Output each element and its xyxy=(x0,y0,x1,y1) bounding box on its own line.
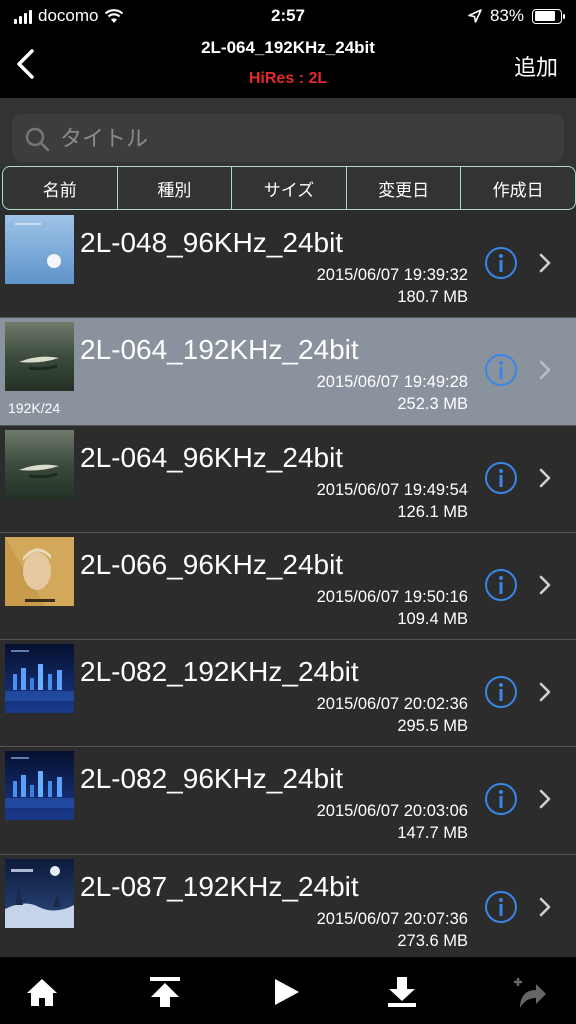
battery-level xyxy=(534,11,556,21)
battery-icon xyxy=(532,8,565,24)
sort-by-size[interactable]: サイズ xyxy=(232,167,347,209)
chevron-right-icon[interactable] xyxy=(538,574,552,596)
sort-segmented-control: 名前 種別 サイズ 変更日 作成日 xyxy=(2,166,576,210)
file-date: 2015/06/07 19:50:16 xyxy=(316,587,468,606)
share-add-icon[interactable] xyxy=(512,974,548,1010)
page-title: 2L-064_192KHz_24bit xyxy=(201,38,375,57)
file-title: 2L-048_96KHz_24bit xyxy=(80,227,344,258)
battery-percent: 83% xyxy=(489,6,524,25)
file-date: 2015/06/07 19:49:54 xyxy=(316,480,468,499)
file-date: 2015/06/07 20:03:06 xyxy=(316,802,468,821)
location-arrow-icon xyxy=(468,9,482,23)
info-icon[interactable] xyxy=(484,461,518,495)
file-row[interactable]: 2L-082_192KHz_24bit 2015/06/07 20:02:36 29… xyxy=(0,640,576,748)
file-size: 180.7 MB xyxy=(397,288,468,306)
navigation-bar: 2L-064_192KHz_24bit HiRes : 2L 追加 xyxy=(0,32,576,98)
sort-by-name[interactable]: 名前 xyxy=(3,167,118,209)
file-title: 2L-087_192KHz_24bit xyxy=(80,870,359,902)
album-thumbnail xyxy=(5,322,74,392)
album-thumbnail xyxy=(5,536,74,606)
file-row[interactable]: 192K/24 2L-064_192KHz_24bit 2015/06/07 19:… xyxy=(0,318,576,426)
file-date: 2015/06/07 19:39:32 xyxy=(316,266,468,284)
album-thumbnail xyxy=(5,858,74,928)
file-row[interactable]: 2L-082_96KHz_24bit 2015/06/07 20:03:06 147… xyxy=(0,747,576,855)
info-icon[interactable] xyxy=(484,246,518,280)
info-icon[interactable] xyxy=(484,568,518,602)
search-area xyxy=(0,98,576,168)
file-date: 2015/06/07 20:07:36 xyxy=(316,909,468,928)
chevron-right-icon[interactable] xyxy=(538,681,552,703)
file-date: 2015/06/07 19:49:28 xyxy=(316,373,468,392)
play-icon[interactable] xyxy=(268,974,304,1010)
status-right: 83% xyxy=(468,6,565,26)
search-field[interactable] xyxy=(12,114,564,162)
sort-by-modified[interactable]: 変更日 xyxy=(347,167,462,209)
info-icon[interactable] xyxy=(484,353,518,387)
chevron-right-icon[interactable] xyxy=(538,788,552,810)
info-icon[interactable] xyxy=(484,890,518,924)
add-button[interactable]: 追加 xyxy=(514,50,558,82)
file-size: 109.4 MB xyxy=(397,609,468,628)
info-icon[interactable] xyxy=(484,782,518,816)
page-subtitle: HiRes : 2L xyxy=(248,70,328,87)
file-title: 2L-066_96KHz_24bit xyxy=(80,548,344,580)
file-row[interactable]: 2L-048_96KHz_24bit 2015/06/07 19:39:32 180… xyxy=(0,211,576,319)
album-thumbnail xyxy=(5,215,74,284)
chevron-right-icon[interactable] xyxy=(538,359,552,381)
search-icon xyxy=(25,127,50,152)
file-title: 2L-064_96KHz_24bit xyxy=(80,441,344,473)
file-row[interactable]: 2L-066_96KHz_24bit 2015/06/07 19:50:16 109… xyxy=(0,532,576,641)
file-row[interactable]: 2L-087_192KHz_24bit 2015/06/07 20:07:36 27… xyxy=(0,854,576,957)
file-size: 147.7 MB xyxy=(397,824,468,843)
status-bar: docomo 2:57 83% xyxy=(0,0,576,32)
search-input[interactable] xyxy=(60,124,540,154)
sort-by-created[interactable]: 作成日 xyxy=(461,167,575,209)
file-size: 295.5 MB xyxy=(397,717,468,736)
file-list: 2L-048_96KHz_24bit 2015/06/07 19:39:32 180… xyxy=(0,211,576,957)
file-size: 273.6 MB xyxy=(397,931,468,950)
file-date: 2015/06/07 20:02:36 xyxy=(316,695,468,714)
chevron-right-icon[interactable] xyxy=(538,467,552,489)
file-size: 126.1 MB xyxy=(397,502,468,521)
info-icon[interactable] xyxy=(484,675,518,709)
bottom-toolbar xyxy=(0,957,576,1024)
move-to-top-icon[interactable] xyxy=(147,974,183,1010)
file-size: 252.3 MB xyxy=(397,395,468,414)
file-title: 2L-082_96KHz_24bit xyxy=(80,763,344,795)
download-icon[interactable] xyxy=(384,974,420,1010)
album-thumbnail xyxy=(5,751,74,821)
album-thumbnail xyxy=(5,644,74,714)
album-thumbnail xyxy=(5,429,74,499)
file-title: 2L-064_192KHz_24bit xyxy=(80,334,359,366)
format-caption: 192K/24 xyxy=(8,400,61,417)
file-row[interactable]: 2L-064_96KHz_24bit 2015/06/07 19:49:54 126… xyxy=(0,425,576,533)
home-icon[interactable] xyxy=(24,974,60,1010)
chevron-right-icon[interactable] xyxy=(538,896,552,918)
sort-by-type[interactable]: 種別 xyxy=(118,167,233,209)
file-title: 2L-082_192KHz_24bit xyxy=(80,656,359,688)
chevron-right-icon[interactable] xyxy=(538,252,552,274)
